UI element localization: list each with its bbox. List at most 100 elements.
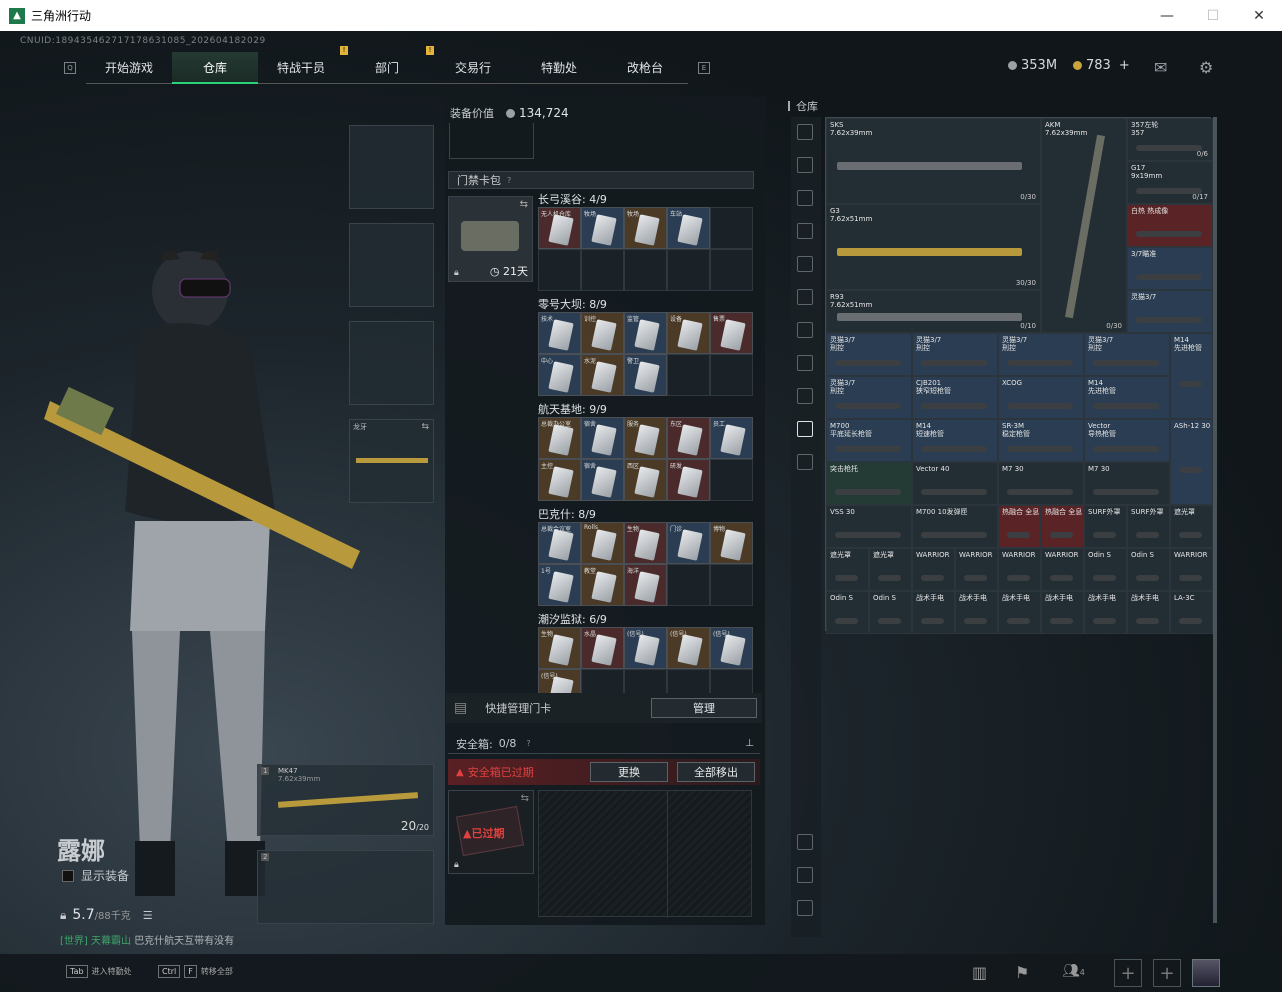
- keycard-item[interactable]: 总裁会议室: [538, 522, 581, 564]
- empty-cell[interactable]: [624, 249, 667, 291]
- tab-warehouse[interactable]: 仓库: [172, 52, 258, 84]
- tab-gunsmith[interactable]: 改枪台: [602, 52, 688, 84]
- keycard-item[interactable]: 无人机仓库: [538, 207, 581, 249]
- stash-item[interactable]: SURF外罩: [1084, 505, 1127, 548]
- keycard-item[interactable]: 博物: [710, 522, 753, 564]
- keycard-item[interactable]: 总裁办公室: [538, 417, 581, 459]
- keycard-item[interactable]: 主控: [538, 459, 581, 501]
- helmet-icon[interactable]: [797, 223, 813, 239]
- tab-department[interactable]: 部门: [344, 52, 430, 84]
- keycard-item[interactable]: 教堂: [581, 564, 624, 606]
- keycard-item[interactable]: 水晶: [581, 627, 624, 669]
- empty-cell[interactable]: [667, 564, 710, 606]
- stash-item[interactable]: 灵猫3/7 刑控: [826, 376, 912, 419]
- keycard-item[interactable]: 宿舍: [581, 459, 624, 501]
- stash-item[interactable]: ASh-12 30: [1170, 419, 1213, 505]
- keycard-item[interactable]: 西区: [624, 459, 667, 501]
- empty-cell[interactable]: [710, 459, 753, 501]
- stash-item[interactable]: WARRIOR: [1041, 548, 1084, 591]
- tab-operators[interactable]: 特战干员!: [258, 46, 348, 84]
- stash-item[interactable]: 遮光罩: [826, 548, 869, 591]
- nav-right-key-icon[interactable]: E: [698, 62, 710, 74]
- keycard-item[interactable]: 1号: [538, 564, 581, 606]
- primary-weapon-slot-2[interactable]: 2: [257, 850, 434, 924]
- minimize-button[interactable]: —: [1144, 0, 1190, 31]
- keycard-item[interactable]: 监管: [624, 312, 667, 354]
- stash-item[interactable]: 战术手电: [955, 591, 998, 634]
- stash-item[interactable]: M14 先进枪管: [1170, 333, 1213, 419]
- keycard-item[interactable]: 东区: [667, 417, 710, 459]
- all-items-icon[interactable]: [797, 124, 813, 140]
- stash-item[interactable]: Vector 40: [912, 462, 998, 505]
- stash-item[interactable]: 灵猫3/7 刑控: [1084, 333, 1170, 376]
- stash-item[interactable]: M7 30: [998, 462, 1084, 505]
- stash-item[interactable]: 战术手电: [1127, 591, 1170, 634]
- settings-icon[interactable]: [797, 454, 813, 470]
- melee-slot[interactable]: 龙牙 ⇆: [349, 419, 434, 503]
- keycard-item[interactable]: Rolls: [581, 522, 624, 564]
- mail-icon[interactable]: ✉: [1154, 58, 1167, 77]
- stash-item[interactable]: 遮光罩: [1170, 505, 1213, 548]
- tab-special-ops[interactable]: 特勤处: [516, 52, 602, 84]
- list-icon[interactable]: ☰: [143, 909, 153, 922]
- stash-item[interactable]: Odin S: [869, 591, 912, 634]
- armor-icon[interactable]: [797, 190, 813, 206]
- squad-icon[interactable]: 👥︎4: [1062, 963, 1085, 979]
- stash-item[interactable]: SKS 7.62x39mm 0/30: [826, 118, 1041, 204]
- keycard-item[interactable]: 售票: [710, 312, 753, 354]
- stash-item[interactable]: M14 先进枪管: [1084, 376, 1170, 419]
- stash-item[interactable]: 热融合 全息: [1041, 505, 1084, 548]
- stash-item[interactable]: 战术手电: [1084, 591, 1127, 634]
- help-icon[interactable]: ?: [526, 739, 530, 748]
- stash-item[interactable]: 白热 热成像: [1127, 204, 1213, 247]
- keycard-bag-slot[interactable]: ⇆ 🔒︎ ◷ 21天: [448, 196, 533, 282]
- stash-grid[interactable]: SKS 7.62x39mm 0/30 AKM 7.62x39mm 0/30 357左轮 357…: [825, 117, 1213, 634]
- backpack-slot[interactable]: [449, 123, 534, 159]
- stash-item[interactable]: CJB201 狭窄短枪管: [912, 376, 998, 419]
- stash-item[interactable]: M14 短速枪管: [912, 419, 998, 462]
- stash-item[interactable]: LA-3C: [1170, 591, 1213, 634]
- layers-icon[interactable]: [797, 867, 813, 883]
- empty-cell[interactable]: [667, 249, 710, 291]
- keycards-icon[interactable]: [797, 355, 813, 371]
- primary-weapon-slot-1[interactable]: 1 MK47 7.62x39mm 20/20: [257, 764, 434, 836]
- keycard-item[interactable]: 牧场: [624, 207, 667, 249]
- stash-item[interactable]: WARRIOR: [1170, 548, 1213, 591]
- tab-shortcut[interactable]: Tab 进入特勤处: [66, 965, 132, 978]
- stash-scrollbar[interactable]: [1213, 117, 1217, 923]
- attachments-icon[interactable]: [797, 388, 813, 404]
- keycard-item[interactable]: 员工: [710, 417, 753, 459]
- stats-chart-icon[interactable]: ▥: [972, 963, 987, 982]
- keycard-item[interactable]: 车站: [667, 207, 710, 249]
- keycard-item[interactable]: 训控: [581, 312, 624, 354]
- stash-item[interactable]: G3 7.62x51mm 30/30: [826, 204, 1041, 290]
- invite-slot-button[interactable]: +: [1153, 959, 1181, 987]
- empty-cell[interactable]: [538, 249, 581, 291]
- pistol-slot[interactable]: [349, 321, 434, 405]
- manage-button[interactable]: 管理: [651, 698, 757, 718]
- stash-item[interactable]: SURF外罩: [1127, 505, 1170, 548]
- capture-icon[interactable]: [797, 834, 813, 850]
- keycard-item[interactable]: 海洋: [624, 564, 667, 606]
- stash-item[interactable]: 灵猫3/7: [1127, 290, 1213, 333]
- stash-item[interactable]: WARRIOR: [912, 548, 955, 591]
- ctrl-f-shortcut[interactable]: Ctrl F 转移全部: [158, 965, 233, 978]
- show-equip-toggle[interactable]: 显示装备: [62, 867, 129, 884]
- stash-item[interactable]: M700 10发弹匣: [912, 505, 998, 548]
- empty-cell[interactable]: [710, 249, 753, 291]
- keycard-item[interactable]: 牧场: [581, 207, 624, 249]
- stash-item[interactable]: G17 9x19mm 0/17: [1127, 161, 1213, 204]
- swap-icon[interactable]: ⇆: [421, 422, 429, 432]
- keycard-section-grid[interactable]: 无人机仓库牧场牧场车站: [538, 207, 753, 291]
- keycard-item[interactable]: (信号): [710, 627, 753, 669]
- stash-item[interactable]: Odin S: [826, 591, 869, 634]
- stash-item[interactable]: 灵猫3/7 刑控: [826, 333, 912, 376]
- stash-item[interactable]: M700 平底延长枪管: [826, 419, 912, 462]
- nav-left-key-icon[interactable]: Q: [64, 62, 76, 74]
- stash-item[interactable]: WARRIOR: [955, 548, 998, 591]
- stash-item[interactable]: SR-3M 稳定枪管: [998, 419, 1084, 462]
- invite-slot-button[interactable]: +: [1114, 959, 1142, 987]
- stash-item[interactable]: AKM 7.62x39mm 0/30: [1041, 118, 1127, 333]
- maximize-button[interactable]: ☐: [1190, 0, 1236, 31]
- weapons-icon[interactable]: [797, 157, 813, 173]
